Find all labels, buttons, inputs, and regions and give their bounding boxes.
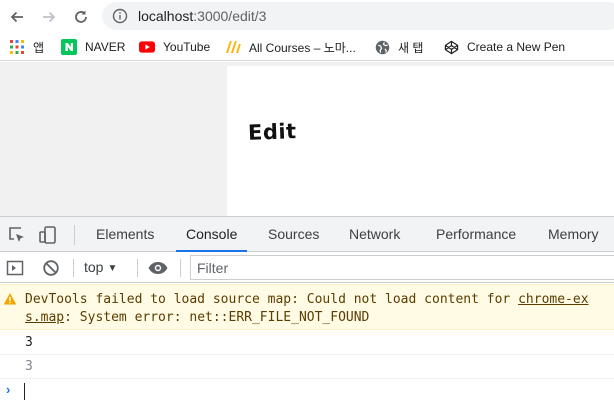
url-path: :3000/edit/3: [193, 8, 267, 24]
console-toolbar: top ▼: [0, 252, 614, 283]
tab-network[interactable]: Network: [349, 217, 400, 252]
tab-console[interactable]: Console: [175, 217, 248, 252]
warning-text-continued: : System error: net::ERR_FILE_NOT_FOUND: [64, 310, 370, 325]
url-host: localhost: [138, 8, 194, 24]
source-map-link-continued[interactable]: s.map: [25, 310, 64, 325]
inspect-element-icon[interactable]: [7, 225, 27, 245]
youtube-icon: [139, 39, 155, 55]
source-map-link[interactable]: chrome-ex: [518, 292, 588, 307]
tab-sources[interactable]: Sources: [268, 217, 319, 252]
nomad-icon: [225, 39, 241, 55]
tab-performance[interactable]: Performance: [436, 217, 516, 252]
bookmark-label: YouTube: [163, 40, 211, 54]
devtools-tab-strip: Elements Console Sources Network Perform…: [0, 216, 614, 252]
reload-button[interactable]: [70, 6, 92, 28]
bookmark-label: All Courses – 노마...: [249, 40, 356, 55]
codepen-icon: [443, 39, 459, 55]
globe-icon: [374, 39, 390, 55]
bookmark-new-tab[interactable]: 새 탭: [374, 38, 423, 56]
log-value: 3: [25, 359, 33, 374]
bookmark-apps[interactable]: 앱: [9, 38, 44, 56]
text-caret: [24, 383, 25, 400]
console-log-row: 3: [0, 331, 614, 355]
warning-message: DevTools failed to load source map: Coul…: [25, 291, 614, 327]
prompt-chevron-icon: ›: [6, 382, 11, 397]
bookmark-label: Create a New Pen: [467, 40, 566, 54]
page-heading: Edit: [247, 119, 298, 145]
bookmark-youtube[interactable]: YouTube: [139, 38, 210, 56]
back-button[interactable]: [6, 6, 28, 28]
dropdown-arrow-icon: ▼: [107, 263, 118, 274]
page-viewport: Edit: [0, 62, 614, 216]
tab-memory[interactable]: Memory: [548, 217, 599, 252]
toolbar-separator: [180, 259, 181, 277]
forward-button[interactable]: [38, 6, 60, 28]
filter-box[interactable]: [190, 255, 614, 280]
devtools-separator: [74, 225, 75, 245]
filter-input[interactable]: [191, 256, 614, 279]
toolbar-separator: [137, 259, 138, 277]
device-toolbar-icon[interactable]: [38, 225, 58, 245]
info-icon[interactable]: [112, 8, 128, 24]
reload-icon: [75, 10, 87, 23]
console-warning: DevTools failed to load source map: Coul…: [0, 284, 614, 330]
live-expression-eye-icon[interactable]: [147, 259, 169, 277]
page-content: Edit: [227, 66, 614, 216]
context-selector[interactable]: top ▼: [84, 259, 117, 275]
url-text: localhost:3000/edit/3: [138, 8, 266, 24]
naver-icon: [61, 39, 77, 55]
bookmark-codepen[interactable]: Create a New Pen: [443, 38, 565, 56]
clear-console-icon[interactable]: [42, 259, 60, 277]
apps-grid-icon: [9, 39, 25, 55]
console-prompt[interactable]: ›: [0, 379, 614, 403]
browser-toolbar: localhost:3000/edit/3: [0, 0, 614, 33]
context-label: top: [84, 259, 104, 275]
bookmark-label: NAVER: [85, 40, 126, 54]
bookmark-nomad-courses[interactable]: All Courses – 노마...: [225, 38, 356, 56]
warning-text: DevTools failed to load source map: Coul…: [25, 292, 519, 307]
tab-elements[interactable]: Elements: [96, 217, 154, 252]
bookmarks-bar: 앱 NAVER YouTube All Courses – 노마... 새 탭 …: [0, 33, 614, 61]
bookmark-label: 새 탭: [398, 40, 424, 55]
toolbar-separator: [73, 259, 74, 277]
sidebar-toggle-icon[interactable]: [6, 259, 24, 277]
back-arrow-icon: [10, 11, 23, 23]
bookmark-label: 앱: [33, 40, 45, 55]
log-value: 3: [25, 335, 33, 350]
forward-arrow-icon: [43, 11, 56, 23]
bookmark-naver[interactable]: NAVER: [61, 38, 125, 56]
address-bar[interactable]: localhost:3000/edit/3: [102, 2, 614, 30]
warning-icon: [3, 293, 17, 305]
console-log-row: 3: [0, 355, 614, 379]
